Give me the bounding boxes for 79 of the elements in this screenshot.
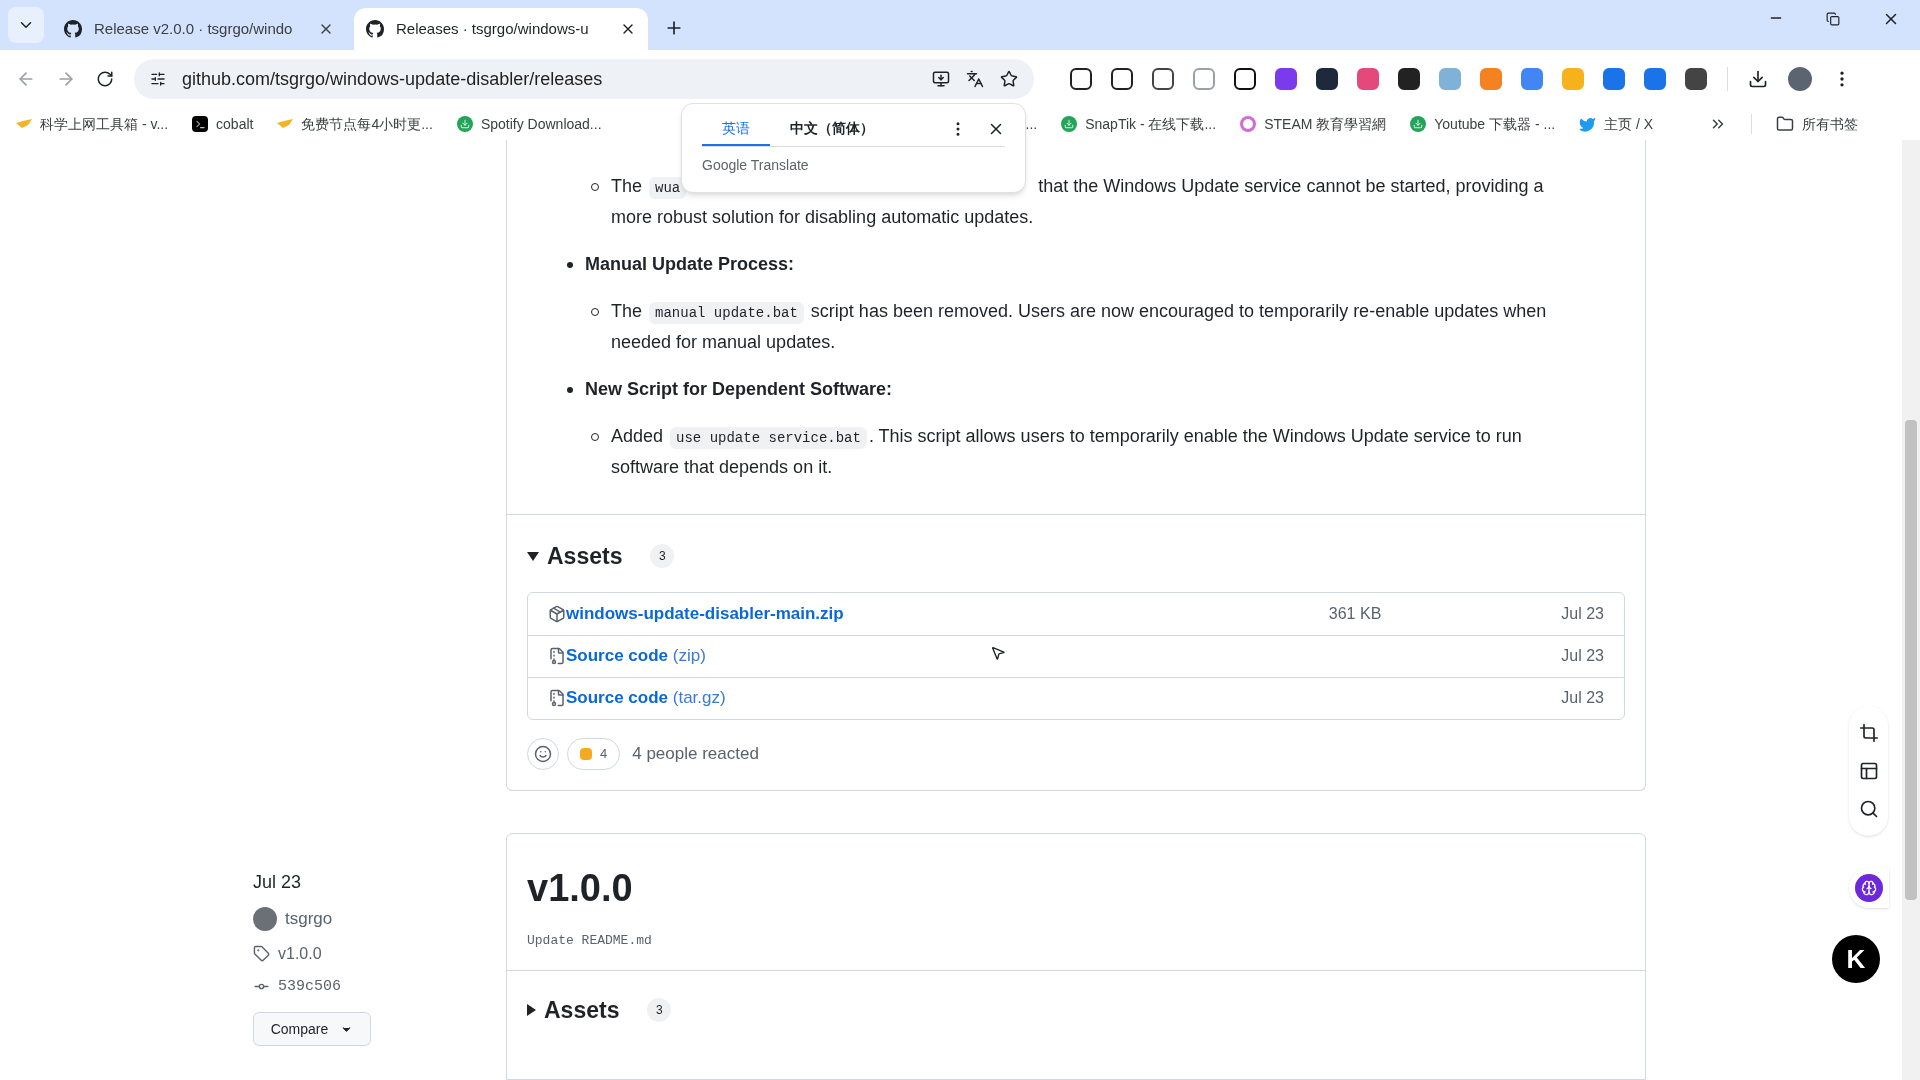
asset-link[interactable]: Source code (tar.gz) (566, 685, 726, 711)
restore-icon[interactable] (1826, 12, 1840, 26)
assets-heading: Assets (544, 996, 620, 1025)
all-bookmarks[interactable]: 所有书签 (1776, 113, 1859, 135)
count-badge: 3 (650, 544, 675, 569)
bird-icon (277, 119, 294, 129)
smiley-icon (534, 744, 552, 763)
asset-date: Jul 23 (1561, 646, 1604, 666)
asset-size: 361 KB (1328, 603, 1382, 624)
release-date: Jul 23 (253, 871, 303, 894)
note-text: Added use update service.bat . This script allows users to temporarily enable the Windows Update service to run software that depends on it. (611, 425, 1523, 479)
tag-link[interactable]: v1.0.0 (278, 941, 322, 966)
bird-icon (16, 119, 32, 129)
note-text: The wua that the Windows Update service cannot be started, providing a more robust solution for disabling automatic updates. (611, 175, 1545, 229)
install-icon[interactable] (932, 70, 950, 88)
site-settings-icon[interactable] (150, 71, 166, 87)
scrollbar[interactable] (1902, 140, 1920, 1080)
note-text: The manual update.bat script has been removed. Users are now encouraged to temporarily re-enable updates when needed for manual updates. (611, 300, 1548, 354)
assistant-button[interactable] (1849, 868, 1889, 908)
bookmark-item[interactable]: Youtube 下载器 - ... (1410, 113, 1556, 135)
search-icon[interactable] (1858, 799, 1879, 819)
url-text: github.com/tsgrgo/windows-update-disabler/releases (182, 67, 604, 91)
bookmark-item[interactable]: 科学上网工具箱 - v... (16, 113, 169, 135)
assets-toggle[interactable]: Assets 3 (527, 993, 1625, 1028)
asset-date: Jul 23 (1561, 603, 1604, 624)
download-icon (456, 116, 473, 132)
profile-avatar[interactable] (1788, 67, 1812, 91)
crop-icon[interactable] (1858, 723, 1879, 743)
reload-icon[interactable] (96, 70, 114, 88)
folder-icon (1776, 115, 1795, 133)
asset-link[interactable]: Source code (zip) (566, 643, 706, 669)
assets-heading: Assets (547, 542, 623, 571)
terminal-icon (192, 116, 209, 132)
bookmark-item[interactable]: 免费节点每4小时更... (277, 113, 433, 135)
note-heading: Manual Update Process: (585, 253, 795, 276)
translate-icon[interactable] (966, 70, 984, 88)
download-icon[interactable] (1748, 69, 1768, 89)
browser-tab[interactable]: Release v2.0.0 · tsgrgo/windo (52, 8, 346, 50)
author-avatar (253, 906, 277, 931)
reactions-summary: 4 people reacted (632, 742, 759, 765)
bookmark-item[interactable]: cobalt (192, 113, 254, 135)
address-bar[interactable]: github.com/tsgrgo/windows-update-disabler/releases (134, 59, 1034, 99)
brain-icon (1861, 880, 1877, 896)
google-translate-label: Google Translate (702, 156, 810, 175)
archive-icon (548, 689, 566, 707)
reader-icon[interactable] (1858, 761, 1879, 781)
download-icon (1410, 116, 1427, 132)
bookmark-item[interactable]: Spotify Download... (456, 113, 602, 135)
language-tab[interactable]: 英语 (702, 112, 770, 146)
download-icon (1061, 116, 1078, 132)
browser-tab[interactable]: Releases · tsgrgo/windows-u (354, 8, 648, 50)
ring-icon (1240, 116, 1257, 132)
archive-icon (548, 647, 566, 665)
compare-button[interactable]: Compare (253, 1012, 371, 1046)
author-link[interactable]: tsgrgo (285, 906, 333, 932)
thumbs-up-icon (580, 747, 592, 760)
tab-title: Release v2.0.0 · tsgrgo/windo (94, 18, 294, 39)
bookmark-item[interactable]: STEAM 教育學習網 (1240, 113, 1387, 135)
note-heading: New Script for Dependent Software: (585, 378, 893, 401)
bird-icon (1579, 115, 1597, 133)
count-badge: 3 (647, 998, 672, 1023)
bookmark-star-icon[interactable] (1000, 70, 1018, 88)
language-tab[interactable]: 中文（简体） (770, 112, 894, 146)
floating-badge[interactable]: K (1832, 935, 1880, 983)
github-icon (64, 20, 82, 38)
mouse-cursor-icon (990, 645, 1006, 661)
package-icon (548, 604, 566, 623)
commit-message: Update README.md (527, 931, 653, 950)
github-icon (366, 20, 384, 38)
bookmark-item[interactable]: ... (1025, 113, 1038, 135)
bookmark-item[interactable]: SnapTik - 在线下载... (1061, 113, 1217, 135)
bookmark-item[interactable]: 主页 / X (1579, 113, 1654, 135)
commit-link[interactable]: 539c506 (278, 975, 341, 998)
tag-icon (253, 945, 270, 962)
asset-link[interactable]: windows-update-disabler-main.zip (566, 600, 844, 627)
asset-date: Jul 23 (1561, 688, 1604, 708)
tab-title: Releases · tsgrgo/windows-u (396, 18, 590, 39)
assets-toggle[interactable]: Assets 3 (527, 539, 1625, 574)
release-title[interactable]: v1.0.0 (527, 859, 1625, 917)
